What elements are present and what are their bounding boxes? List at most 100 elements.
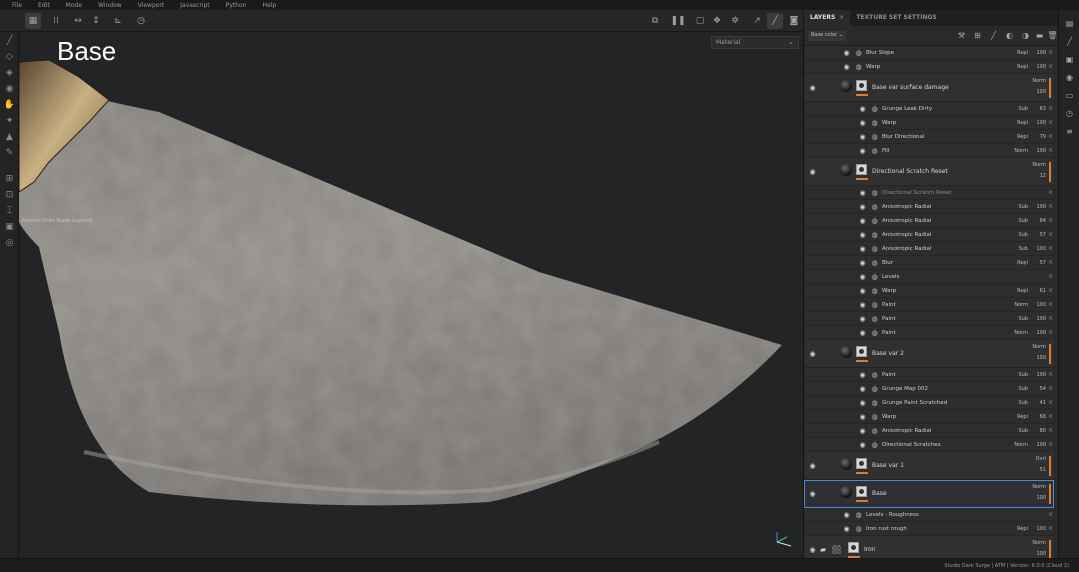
effect-opacity[interactable]: 100: [1028, 442, 1046, 448]
layer-blend-mode[interactable]: Norm: [1032, 162, 1046, 168]
remove-effect-icon[interactable]: ×: [1048, 301, 1053, 308]
effect-blend-mode[interactable]: Repl: [1004, 120, 1028, 126]
visibility-eye-icon[interactable]: ◉: [808, 168, 817, 176]
layer-opacity[interactable]: 100: [1036, 495, 1046, 501]
effect-opacity[interactable]: 100: [1028, 64, 1046, 70]
timer-icon[interactable]: ◷: [133, 13, 149, 29]
grid-dots-icon[interactable]: ⁞⁞: [48, 13, 64, 29]
effect-blend-mode[interactable]: Norm: [1004, 442, 1028, 448]
layer-opacity[interactable]: 100: [1036, 355, 1046, 361]
material-mode-select[interactable]: Material ⌄: [711, 36, 799, 49]
effect-opacity[interactable]: 100: [1028, 148, 1046, 154]
viewer-settings-icon[interactable]: ▭: [1064, 90, 1075, 101]
add-folder-icon[interactable]: ▬: [1034, 30, 1045, 41]
visibility-eye-icon[interactable]: ◉: [808, 350, 817, 358]
effect-row[interactable]: ◉ ◍ Grunge Map 002 Sub 54 ×: [804, 382, 1054, 396]
visibility-eye-icon[interactable]: ◉: [808, 490, 817, 498]
visibility-eye-icon[interactable]: ◉: [842, 63, 851, 71]
visibility-eye-icon[interactable]: ◉: [858, 119, 867, 127]
remove-effect-icon[interactable]: ×: [1048, 203, 1053, 210]
effect-row[interactable]: ◉ ◍ Iron rust rough Repl 100 ×: [804, 522, 1054, 536]
effect-blend-mode[interactable]: Repl: [1004, 134, 1028, 140]
remove-effect-icon[interactable]: ×: [1048, 217, 1053, 224]
log-icon[interactable]: ≡: [1064, 126, 1075, 137]
effect-row[interactable]: ◉ ◍ Fill Norm 100 ×: [804, 144, 1054, 158]
measure-tool-icon[interactable]: ⌶: [3, 204, 16, 217]
pause-icon[interactable]: ❚❚: [670, 13, 686, 29]
3d-viewport[interactable]: Base Material ⌄ Painted Knife Blade Laye…: [19, 32, 803, 558]
add-mask-icon[interactable]: ⊞: [972, 30, 983, 41]
resize-vertical-icon[interactable]: ↕: [88, 13, 104, 29]
screenshot-icon[interactable]: ◙: [786, 13, 802, 29]
add-effect-icon[interactable]: ⚒: [956, 30, 967, 41]
menu-item-mode[interactable]: Mode: [60, 2, 88, 9]
menu-item-help[interactable]: Help: [256, 2, 282, 9]
smudge-tool-icon[interactable]: ✋: [3, 98, 16, 111]
visibility-eye-icon[interactable]: ◉: [858, 147, 867, 155]
effect-blend-mode[interactable]: Sub: [1004, 372, 1028, 378]
visibility-eye-icon[interactable]: ◉: [858, 273, 867, 281]
effect-blend-mode[interactable]: Sub: [1004, 400, 1028, 406]
effect-row[interactable]: ◉ ◍ Paint Norm 100 ×: [804, 326, 1054, 340]
mask-thumbnail[interactable]: [856, 458, 867, 469]
bake-tool-icon[interactable]: ▣: [3, 220, 16, 233]
visibility-eye-icon[interactable]: ◉: [858, 231, 867, 239]
effect-row[interactable]: ◉ ◍ Anisotropic Radial Sub 84 ×: [804, 214, 1054, 228]
remove-effect-icon[interactable]: ×: [1048, 245, 1053, 252]
effect-opacity[interactable]: 41: [1028, 400, 1046, 406]
effect-opacity[interactable]: 100: [1028, 120, 1046, 126]
tab-texture-set-settings[interactable]: TEXTURE SET SETTINGS: [850, 10, 942, 26]
remove-effect-icon[interactable]: ×: [1048, 119, 1053, 126]
remove-effect-icon[interactable]: ×: [1048, 511, 1053, 518]
visibility-eye-icon[interactable]: ◉: [858, 427, 867, 435]
effect-opacity[interactable]: 100: [1028, 302, 1046, 308]
effect-row[interactable]: ◉ ◍ Warp Repl 100 ×: [804, 60, 1054, 74]
remove-effect-icon[interactable]: ×: [1048, 329, 1053, 336]
visibility-eye-icon[interactable]: ◉: [858, 301, 867, 309]
effect-blend-mode[interactable]: Sub: [1004, 246, 1028, 252]
visibility-eye-icon[interactable]: ◉: [858, 441, 867, 449]
layer-blend-mode[interactable]: Norm: [1032, 484, 1046, 490]
effect-opacity[interactable]: 57: [1028, 260, 1046, 266]
camera-icon[interactable]: ⧉: [647, 13, 663, 29]
remove-effect-icon[interactable]: ×: [1048, 371, 1053, 378]
visibility-eye-icon[interactable]: ◉: [808, 462, 817, 470]
visibility-eye-icon[interactable]: ◉: [858, 413, 867, 421]
effect-row[interactable]: ◉ ◍ Anisotropic Radial Sub 100 ×: [804, 200, 1054, 214]
effect-opacity[interactable]: 84: [1028, 218, 1046, 224]
remove-effect-icon[interactable]: ×: [1048, 525, 1053, 532]
layer-opacity[interactable]: 12: [1040, 173, 1046, 179]
visibility-eye-icon[interactable]: ◉: [858, 371, 867, 379]
visibility-eye-icon[interactable]: ◉: [858, 287, 867, 295]
effect-row[interactable]: ◉ ◍ Directional Scratches Norm 100 ×: [804, 438, 1054, 452]
smart-material-icon[interactable]: ◑: [1020, 30, 1031, 41]
layer-blend-mode[interactable]: Norm: [1032, 540, 1046, 546]
geometry-fill-tool-icon[interactable]: ◉: [3, 82, 16, 95]
visibility-eye-icon[interactable]: ◉: [858, 133, 867, 141]
remove-effect-icon[interactable]: ×: [1048, 315, 1053, 322]
menu-item-window[interactable]: Window: [92, 2, 128, 9]
brush-mode-icon[interactable]: ↗: [749, 13, 765, 29]
layer-tool-icon[interactable]: ⊞: [3, 172, 16, 185]
effect-row[interactable]: ◉ ◍ Paint Sub 100 ×: [804, 368, 1054, 382]
visibility-eye-icon[interactable]: ◉: [858, 329, 867, 337]
layer-row[interactable]: ◉⛓Base var surface damageNorm100: [804, 74, 1054, 102]
settings-render-icon[interactable]: ✲: [727, 13, 743, 29]
mask-thumbnail[interactable]: [848, 542, 859, 553]
effect-opacity[interactable]: 100: [1028, 204, 1046, 210]
layers-panel-icon[interactable]: ▤: [1064, 18, 1075, 29]
history-icon[interactable]: ◷: [1064, 108, 1075, 119]
effect-row[interactable]: ◉ ◍ Anisotropic Radial Sub 57 ×: [804, 228, 1054, 242]
folder-icon[interactable]: ▰: [820, 545, 826, 554]
remove-effect-icon[interactable]: ×: [1048, 63, 1053, 70]
layer-opacity[interactable]: 100: [1036, 89, 1046, 95]
layer-row[interactable]: ◉⛓BaseNorm100: [804, 480, 1054, 508]
paint-icon[interactable]: ╱: [767, 13, 783, 29]
visibility-eye-icon[interactable]: ◉: [858, 399, 867, 407]
remove-effect-icon[interactable]: ×: [1048, 385, 1053, 392]
effect-blend-mode[interactable]: Sub: [1004, 428, 1028, 434]
effect-opacity[interactable]: 63: [1028, 106, 1046, 112]
properties-panel-icon[interactable]: ╱: [1064, 36, 1075, 47]
effect-opacity[interactable]: 68: [1028, 414, 1046, 420]
effect-blend-mode[interactable]: Norm: [1004, 302, 1028, 308]
